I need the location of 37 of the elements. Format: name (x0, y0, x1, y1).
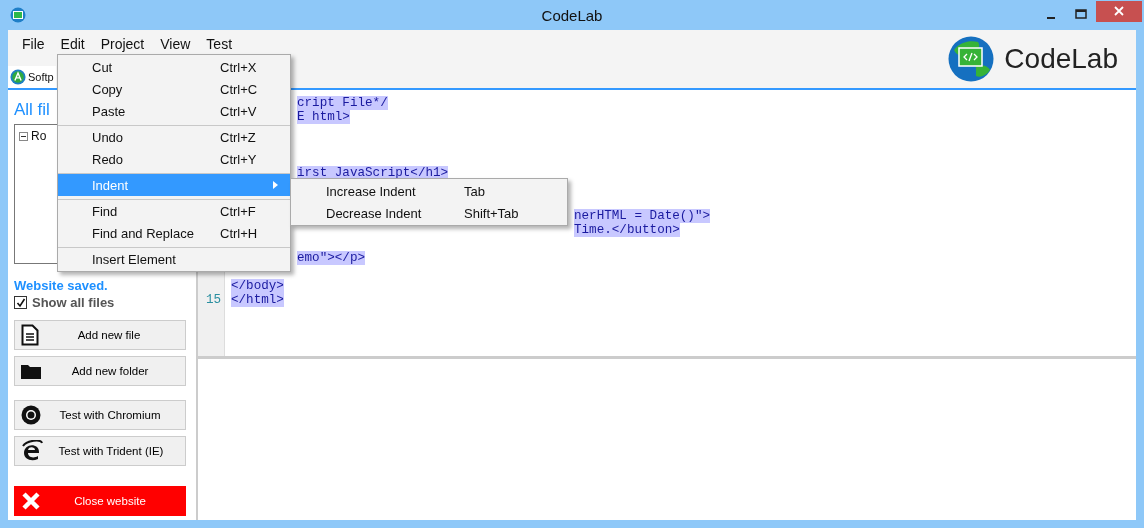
close-button[interactable] (1096, 0, 1142, 22)
action-button[interactable]: Add new file (14, 320, 186, 350)
menu-item[interactable]: Insert Element (58, 247, 290, 270)
status-text: Website saved. (14, 278, 109, 293)
folder-icon (21, 363, 41, 379)
menu-item[interactable]: Test (198, 33, 241, 55)
project-tab[interactable]: Softp (8, 66, 56, 88)
tree-item[interactable]: Ro (31, 129, 47, 143)
line-number: 15 (205, 293, 221, 308)
collapse-icon[interactable] (19, 131, 28, 141)
action-button[interactable]: Test with Trident (IE) (14, 436, 186, 466)
app-icon (10, 7, 26, 23)
menu-item[interactable]: File (14, 33, 53, 55)
caret-icon (273, 181, 278, 189)
menu-item[interactable]: Edit (52, 33, 93, 55)
menu-item[interactable]: Project (92, 33, 153, 55)
panel-title: All fil (14, 100, 50, 120)
menu-item[interactable]: Find Ctrl+F (58, 199, 290, 222)
menu-item[interactable]: View (152, 33, 199, 55)
chromium-icon (21, 405, 41, 425)
close-icon (1114, 6, 1124, 16)
menu-item[interactable]: Increase Indent Tab (291, 180, 567, 202)
document-icon (21, 324, 39, 346)
checkbox[interactable] (14, 296, 27, 309)
window-title: CodeLab (541, 6, 603, 24)
logo-text: CodeLab (1004, 43, 1118, 75)
close-website-button[interactable]: Close website (14, 486, 186, 516)
globe-window-icon (948, 36, 995, 82)
letter-a-icon (10, 69, 26, 85)
action-button[interactable]: Test with Chromium (14, 400, 186, 430)
menu-item[interactable]: Decrease Indent Shift+Tab (291, 202, 567, 224)
menu-item[interactable]: Cut Ctrl+X (58, 56, 290, 78)
action-button[interactable]: Add new folder (14, 356, 186, 386)
letter-e-icon (21, 440, 43, 462)
checkbox-label: Show all files (32, 295, 115, 310)
menu-item[interactable]: Undo Ctrl+Z (58, 125, 290, 148)
close-icon (21, 491, 41, 511)
